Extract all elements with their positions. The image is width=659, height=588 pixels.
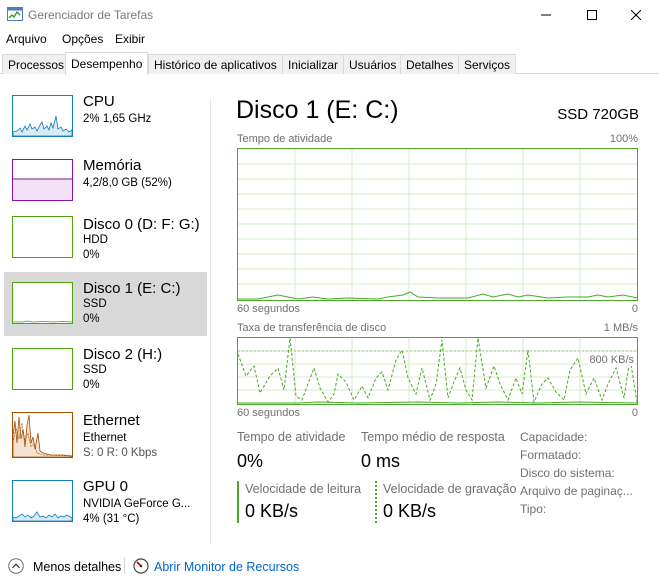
transfer-graph-min: 0	[631, 407, 638, 419]
sidebar-item-name: Disco 1 (E: C:)	[83, 280, 181, 297]
tab-usuarios[interactable]: Usuários	[343, 54, 403, 74]
tab-strip: Processos Desempenho Histórico de aplica…	[0, 52, 659, 75]
task-manager-icon	[7, 7, 23, 21]
sidebar-item-throughput: S: 0 R: 0 Kbps	[83, 447, 158, 459]
footer: Menos detalhes Abrir Monitor de Recursos	[0, 552, 659, 588]
menu-arquivo[interactable]: Arquivo	[6, 32, 47, 46]
transfer-graph-label: Taxa de transferência de disco	[237, 322, 387, 334]
response-time-stat-value: 0 ms	[361, 451, 401, 471]
tab-inicializar[interactable]: Inicializar	[282, 54, 345, 74]
tab-desempenho[interactable]: Desempenho	[65, 52, 149, 75]
prop-tipo: Tipo:	[520, 502, 547, 516]
tab-servicos[interactable]: Serviços	[458, 54, 517, 74]
memory-thumbnail-graph	[12, 159, 73, 201]
sidebar-item-disco-1[interactable]: Disco 1 (E: C:) SSD 0%	[4, 272, 207, 336]
sidebar-item-model: NVIDIA GeForce G...	[83, 498, 191, 510]
device-model: SSD 720GB	[557, 106, 639, 123]
sidebar-item-name: GPU 0	[83, 478, 129, 495]
fewer-details-link[interactable]: Menos detalhes	[33, 560, 121, 574]
active-time-graph-min: 0	[631, 303, 638, 315]
menu-bar: Arquivo Opções Exibir	[0, 30, 659, 50]
active-time-stat-value: 0%	[237, 451, 264, 471]
transfer-graph-max: 1 MB/s	[603, 322, 638, 334]
sidebar-item-name: Disco 2 (H:)	[83, 346, 163, 363]
active-time-graph-timespan: 60 segundos	[237, 303, 300, 315]
ethernet-thumbnail-graph	[12, 412, 73, 458]
sidebar-item-usage: 0%	[83, 379, 100, 391]
sidebar-item-adapter: Ethernet	[83, 432, 127, 444]
transfer-graph-timespan: 60 segundos	[237, 407, 300, 419]
sidebar-item-name: Ethernet	[83, 412, 140, 429]
prop-arquivo-paginacao: Arquivo de paginaç...	[520, 484, 633, 498]
response-time-stat-label: Tempo médio de resposta	[361, 430, 505, 444]
footer-divider	[124, 558, 125, 574]
resource-monitor-icon	[133, 558, 149, 577]
sidebar-item-disco-2[interactable]: Disco 2 (H:) SSD 0%	[4, 338, 207, 402]
sidebar-item-type: HDD	[83, 234, 108, 246]
sidebar-item-detail: 2% 1,65 GHz	[83, 113, 152, 125]
close-button[interactable]	[613, 0, 659, 30]
menu-opcoes[interactable]: Opções	[62, 32, 103, 46]
resource-sidebar: CPU 2% 1,65 GHz Memória 4,2/8,0 GB (52%)…	[0, 75, 210, 545]
read-speed-label: Velocidade de leitura	[245, 482, 362, 496]
gpu-thumbnail-graph	[12, 480, 73, 522]
device-title: Disco 1 (E: C:)	[236, 96, 399, 124]
sidebar-item-type: SSD	[83, 298, 107, 310]
sidebar-item-name: Memória	[83, 157, 142, 174]
tab-detalhes[interactable]: Detalhes	[400, 54, 460, 74]
title-bar: Gerenciador de Tarefas	[0, 0, 659, 30]
open-resource-monitor-link[interactable]: Abrir Monitor de Recursos	[154, 560, 299, 574]
read-speed-value: 0 KB/s	[245, 501, 299, 521]
tab-historico[interactable]: Histórico de aplicativos	[148, 54, 283, 74]
sidebar-item-type: SSD	[83, 364, 107, 376]
active-time-stat-label: Tempo de atividade	[237, 430, 346, 444]
active-time-graph-label: Tempo de atividade	[237, 133, 333, 145]
cpu-thumbnail-graph	[12, 95, 73, 137]
active-time-graph	[237, 148, 638, 301]
write-speed-indicator	[375, 481, 377, 523]
sidebar-item-usage: 4% (31 °C)	[83, 513, 140, 525]
sidebar-item-detail: 4,2/8,0 GB (52%)	[83, 177, 172, 189]
menu-exibir[interactable]: Exibir	[115, 32, 145, 46]
active-time-graph-max: 100%	[609, 133, 638, 145]
sidebar-item-gpu-0[interactable]: GPU 0 NVIDIA GeForce G... 4% (31 °C)	[4, 470, 207, 534]
maximize-button[interactable]	[569, 0, 615, 30]
window-title: Gerenciador de Tarefas	[28, 8, 154, 22]
disk0-thumbnail-graph	[12, 216, 73, 258]
sidebar-item-name: Disco 0 (D: F: G:)	[83, 216, 200, 233]
transfer-rate-graph	[237, 337, 638, 405]
prop-disco-sistema: Disco do sistema:	[520, 466, 615, 480]
tab-processos[interactable]: Processos	[2, 54, 71, 74]
minimize-button[interactable]	[523, 0, 569, 30]
sidebar-item-ethernet[interactable]: Ethernet Ethernet S: 0 R: 0 Kbps	[4, 404, 207, 468]
read-speed-indicator	[237, 481, 239, 523]
sidebar-item-name: CPU	[83, 93, 115, 110]
disk2-thumbnail-graph	[12, 348, 73, 390]
chevron-up-icon[interactable]	[8, 558, 24, 577]
sidebar-divider	[210, 98, 211, 543]
sidebar-item-cpu[interactable]: CPU 2% 1,65 GHz	[4, 85, 207, 149]
sidebar-item-usage: 0%	[83, 249, 100, 261]
write-speed-value: 0 KB/s	[383, 501, 437, 521]
write-speed-label: Velocidade de gravação	[383, 482, 517, 496]
prop-capacidade: Capacidade:	[520, 430, 588, 444]
sidebar-item-usage: 0%	[83, 313, 100, 325]
transfer-graph-mid: 800 KB/s	[588, 354, 635, 366]
sidebar-item-memoria[interactable]: Memória 4,2/8,0 GB (52%)	[4, 149, 207, 213]
prop-formatado: Formatado:	[520, 448, 582, 462]
disk1-thumbnail-graph	[12, 282, 73, 324]
sidebar-item-disco-0[interactable]: Disco 0 (D: F: G:) HDD 0%	[4, 208, 207, 272]
